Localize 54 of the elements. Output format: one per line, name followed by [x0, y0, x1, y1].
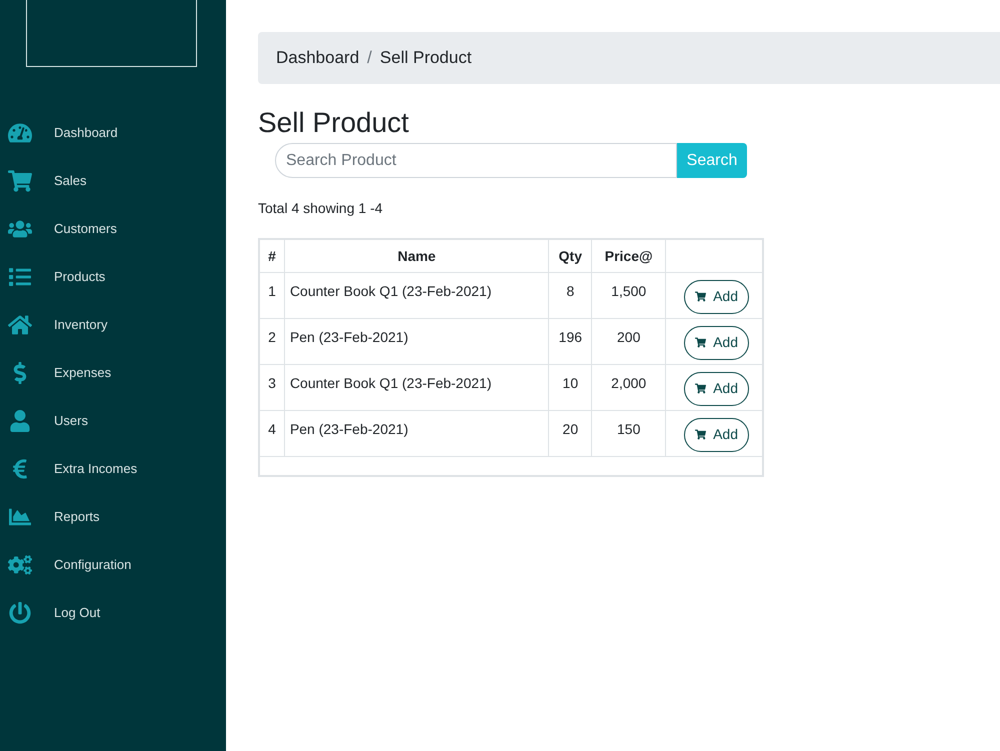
table-cell: 2,000: [592, 364, 666, 410]
people-icon: [8, 218, 32, 240]
table-cell: Pen (23-Feb-2021): [284, 410, 549, 456]
add-button[interactable]: Add: [684, 418, 749, 452]
table-cell: Pen (23-Feb-2021): [284, 318, 549, 364]
list-icon: [8, 266, 32, 288]
cart-icon: [695, 429, 706, 440]
breadcrumb-separator: /: [366, 47, 373, 70]
table-cell: 200: [592, 318, 666, 364]
cart-icon: [695, 337, 706, 348]
sidebar-item[interactable]: Expenses: [0, 349, 226, 397]
table-cell: 20: [548, 410, 592, 456]
sidebar-item[interactable]: Users: [0, 397, 226, 445]
gears-icon: [8, 554, 32, 576]
power-icon: [8, 602, 32, 624]
column-header: #: [260, 240, 284, 272]
table-cell: 8: [548, 272, 592, 318]
sidebar-item[interactable]: Inventory: [0, 301, 226, 349]
table-cell: 4: [260, 410, 284, 456]
add-button[interactable]: Add: [684, 280, 749, 314]
sidebar-item[interactable]: Log Out: [0, 589, 226, 637]
sidebar-item[interactable]: Configuration: [0, 541, 226, 589]
search-field[interactable]: Search Product: [275, 143, 677, 178]
table-cell: 1: [260, 272, 284, 318]
table-cell: 2: [260, 318, 284, 364]
gauge-icon: [8, 122, 32, 144]
table-cell: Counter Book Q1 (23-Feb-2021): [284, 364, 549, 410]
sidebar-item[interactable]: Extra Incomes: [0, 445, 226, 493]
sidebar-item[interactable]: Dashboard: [0, 109, 226, 157]
sidebar-item[interactable]: Sales: [0, 157, 226, 205]
sidebar-item[interactable]: Products: [0, 253, 226, 301]
sidebar-item[interactable]: Customers: [0, 205, 226, 253]
table-cell: Counter Book Q1 (23-Feb-2021): [284, 272, 549, 318]
table-cell: 1,500: [592, 272, 666, 318]
cart-icon: [695, 383, 706, 394]
sidebar-item[interactable]: Reports: [0, 493, 226, 541]
add-button[interactable]: Add: [684, 372, 749, 406]
column-header: Qty: [548, 240, 592, 272]
table-cell: 150: [592, 410, 666, 456]
table-cell: 196: [548, 318, 592, 364]
column-header: Name: [284, 240, 549, 272]
table-cell: 3: [260, 364, 284, 410]
house-icon: [8, 314, 32, 336]
area-chart-icon: [8, 506, 32, 528]
breadcrumb-link[interactable]: Sell Product: [380, 45, 472, 71]
page-title: Sell Product: [258, 106, 410, 140]
result-summary: Total 4 showing 1 -4: [258, 199, 384, 218]
column-header: Price@: [592, 240, 666, 272]
add-button[interactable]: Add: [684, 326, 749, 360]
breadcrumb-link[interactable]: Dashboard: [276, 45, 360, 71]
person-icon: [8, 410, 32, 432]
cart-icon: [695, 291, 706, 302]
table-cell: 10: [548, 364, 592, 410]
cart-icon: [8, 170, 32, 192]
